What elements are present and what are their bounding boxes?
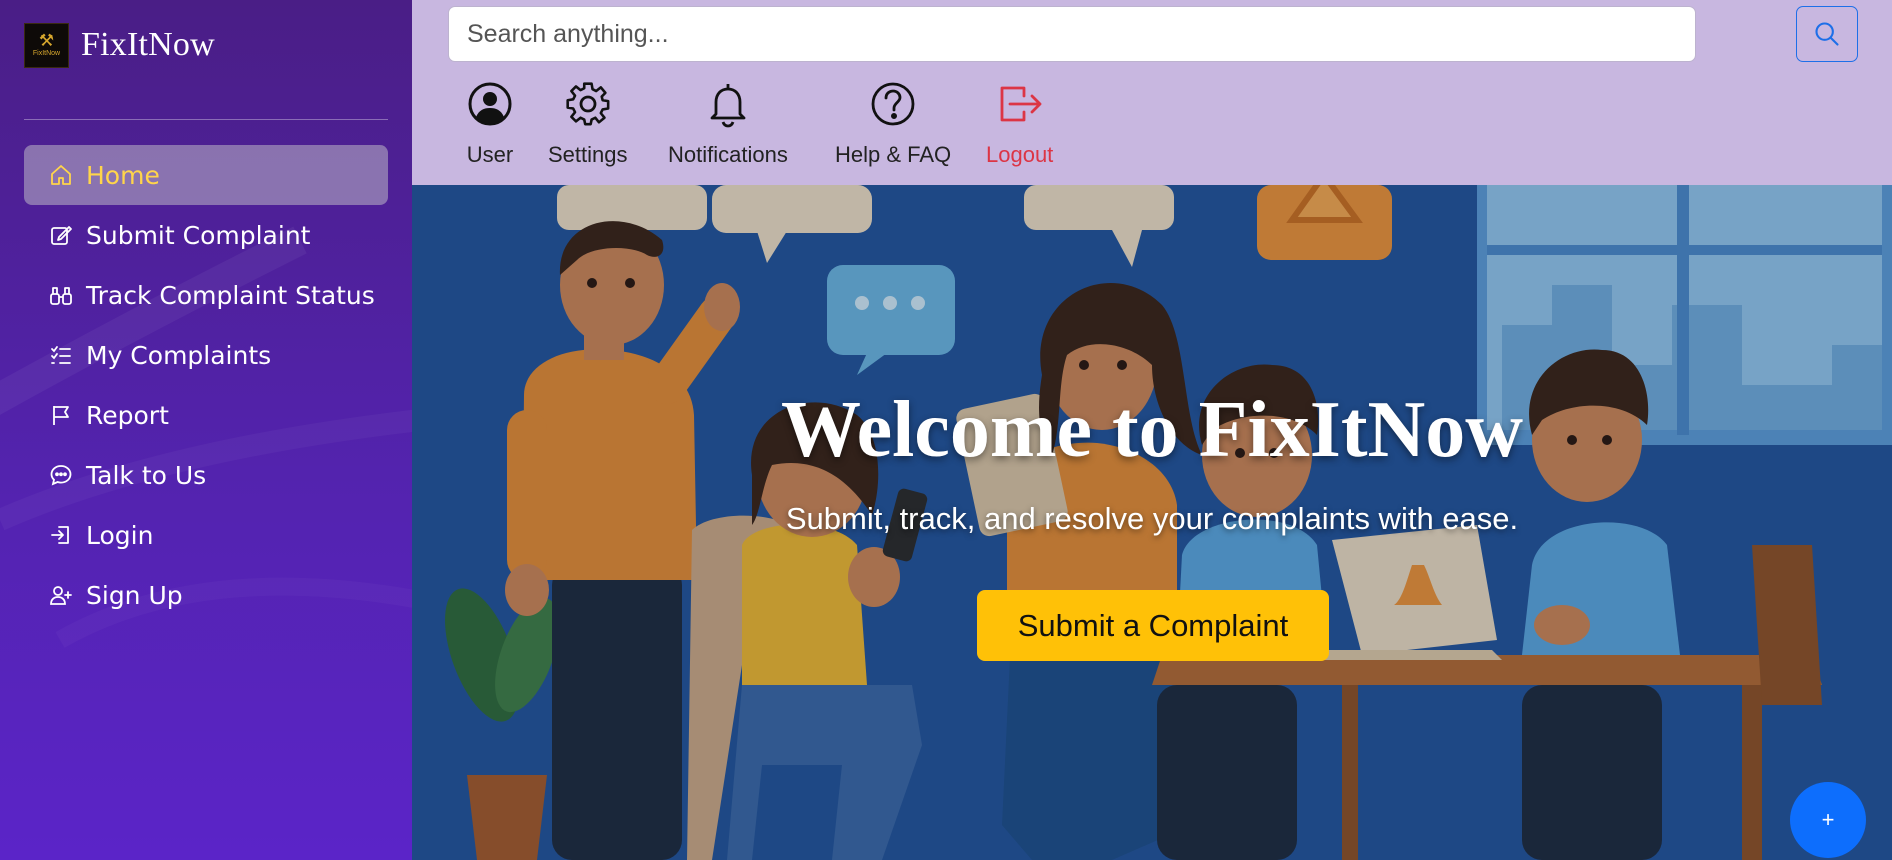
toolbar-notifications[interactable]: Notifications <box>668 80 788 168</box>
chat-dots-icon <box>48 462 74 488</box>
toolbar-logout[interactable]: Logout <box>986 80 1053 168</box>
brand-name: FixItNow <box>81 26 215 63</box>
toolbar-help-faq[interactable]: Help & FAQ <box>835 80 951 168</box>
user-circle-icon <box>468 82 512 126</box>
sidebar-item-label: My Complaints <box>86 340 272 370</box>
sidebar-nav: Home Submit Complaint Track Complaint St… <box>24 145 388 625</box>
sidebar-divider <box>24 119 388 120</box>
sidebar-item-home[interactable]: Home <box>24 145 388 205</box>
sidebar-item-my-complaints[interactable]: My Complaints <box>24 325 388 385</box>
toolbar-label: Help & FAQ <box>835 142 952 167</box>
hero-title: Welcome to FixItNow <box>780 386 1524 474</box>
list-check-icon <box>48 342 74 368</box>
sidebar-item-track-complaint-status[interactable]: Track Complaint Status <box>24 265 388 325</box>
bell-icon <box>710 84 746 128</box>
sidebar-item-submit-complaint[interactable]: Submit Complaint <box>24 205 388 265</box>
toolbar-user[interactable]: User <box>466 80 514 168</box>
sidebar-item-login[interactable]: Login <box>24 505 388 565</box>
home-icon <box>48 162 74 188</box>
brand-logo: ⚒ FixItNow <box>24 22 69 68</box>
search-icon <box>1815 22 1839 46</box>
question-circle-icon <box>871 82 915 126</box>
topbar: User Settings Notifications Help & FAQ <box>412 0 1892 185</box>
flag-icon <box>48 402 74 428</box>
toolbar-label: Settings <box>548 142 628 167</box>
hero-section: Welcome to FixItNow Submit, track, and r… <box>412 185 1892 860</box>
toolbar-settings[interactable]: Settings <box>548 80 628 168</box>
brand-logo-text: FixItNow <box>32 50 61 57</box>
logout-icon <box>1000 86 1042 122</box>
sidebar-item-label: Submit Complaint <box>86 220 311 250</box>
brand[interactable]: ⚒ FixItNow FixItNow <box>24 22 215 68</box>
floating-add-button[interactable]: + <box>1790 782 1866 858</box>
sidebar-item-label: Talk to Us <box>86 460 207 490</box>
person-plus-icon <box>48 582 74 608</box>
edit-icon <box>48 222 74 248</box>
sidebar-item-talk-to-us[interactable]: Talk to Us <box>24 445 388 505</box>
binoculars-icon <box>48 282 74 308</box>
sidebar-item-label: Track Complaint Status <box>86 280 375 310</box>
wrench-logo-icon: ⚒ <box>38 31 55 51</box>
sidebar-item-label: Home <box>86 160 160 190</box>
sidebar-item-label: Report <box>86 400 169 430</box>
sidebar-item-label: Login <box>86 520 154 550</box>
gear-icon <box>566 82 610 126</box>
sidebar: ⚒ FixItNow FixItNow Home Submit Complain… <box>0 0 412 860</box>
sidebar-item-report[interactable]: Report <box>24 385 388 445</box>
login-icon <box>48 522 74 548</box>
sidebar-item-label: Sign Up <box>86 580 183 610</box>
toolbar-label: Notifications <box>668 142 788 167</box>
hero-subtitle: Submit, track, and resolve your complain… <box>785 501 1519 536</box>
submit-complaint-button[interactable]: Submit a Complaint <box>977 590 1329 661</box>
search-input[interactable] <box>448 6 1696 62</box>
toolbar-label: User <box>466 142 514 167</box>
toolbar-label: Logout <box>986 142 1054 167</box>
search-button[interactable] <box>1796 6 1858 62</box>
sidebar-item-sign-up[interactable]: Sign Up <box>24 565 388 625</box>
